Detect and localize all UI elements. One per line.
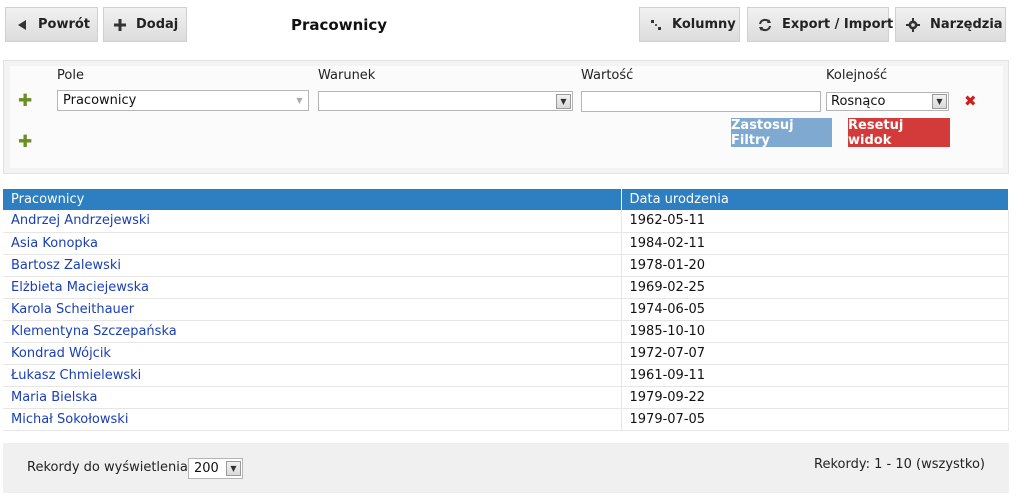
table-row: Bartosz Zalewski 1978-01-20 [3,254,1009,277]
chevron-down-icon: ▼ [556,94,571,109]
table-footer: Rekordy do wyświetlenia: 200 ▼ Rekordy: … [3,443,1009,493]
employee-link[interactable]: Andrzej Andrzejewski [11,213,150,228]
column-header-birth-date[interactable]: Data urodzenia [621,189,1009,210]
birth-date-cell: 1985-10-10 [621,320,1009,343]
birth-date-cell: 1978-01-20 [621,254,1009,277]
table-row: Klementyna Szczepańska 1985-10-10 [3,320,1009,343]
table-row: Asia Konopka 1984-02-11 [3,232,1009,255]
condition-select[interactable]: ▼ [318,91,573,111]
arrow-left-icon [16,17,28,33]
birth-date-cell: 1974-06-05 [621,298,1009,321]
add-filter-row-icon[interactable]: ✚ [18,93,32,110]
sync-arrows-icon [758,17,772,33]
employee-link[interactable]: Michał Sokołowski [11,412,128,427]
table-row: Karola Scheithauer 1974-06-05 [3,298,1009,321]
chevron-down-icon: ▼ [226,461,241,476]
birth-date-cell: 1962-05-11 [621,210,1009,233]
field-select-value: Pracownicy [63,93,137,108]
order-select[interactable]: Rosnąco ▼ [826,92,949,111]
employee-link[interactable]: Asia Konopka [11,236,98,251]
table-row: Kondrad Wójcik 1972-07-07 [3,342,1009,365]
birth-date-cell: 1969-02-25 [621,276,1009,299]
back-button-label: Powrót [38,17,91,32]
columns-icon [650,17,662,33]
column-header-employees[interactable]: Pracownicy [3,189,622,210]
records-per-page-select[interactable]: 200 ▼ [188,458,243,479]
gear-icon [906,17,920,33]
employee-link[interactable]: Łukasz Chmielewski [11,368,141,383]
employee-link[interactable]: Elżbieta Maciejewska [11,280,149,295]
page-title: Pracownicy [291,16,388,34]
employee-link[interactable]: Kondrad Wójcik [11,346,111,361]
plus-icon [114,17,126,33]
add-button[interactable]: Dodaj [103,7,187,42]
apply-filters-button[interactable]: Zastosuj Filtry [731,118,832,148]
table-row: Maria Bielska 1979-09-22 [3,386,1009,409]
employee-link[interactable]: Karola Scheithauer [11,302,134,317]
add-filter-group-icon[interactable]: ✚ [18,134,32,151]
reset-view-button[interactable]: Resetuj widok [848,118,950,148]
field-select[interactable]: Pracownicy ▼ [57,90,309,111]
birth-date-cell: 1979-07-05 [621,408,1009,431]
birth-date-cell: 1972-07-07 [621,342,1009,365]
records-info: Rekordy: 1 - 10 (wszystko) [814,457,985,472]
birth-date-cell: 1961-09-11 [621,364,1009,387]
value-input[interactable] [581,91,821,112]
add-button-label: Dodaj [136,17,179,32]
back-button[interactable]: Powrót [5,7,98,42]
order-column-label: Kolejność [826,68,888,83]
remove-filter-icon[interactable]: ✖ [964,92,977,110]
records-per-page-label: Rekordy do wyświetlenia: [27,460,193,475]
employee-link[interactable]: Maria Bielska [11,390,97,405]
birth-date-cell: 1979-09-22 [621,386,1009,409]
chevron-down-icon: ▼ [932,94,947,109]
table-row: Łukasz Chmielewski 1961-09-11 [3,364,1009,387]
export-import-button-label: Export / Import [782,17,894,32]
columns-button-label: Kolumny [672,17,736,32]
employee-link[interactable]: Klementyna Szczepańska [11,324,177,339]
chevron-down-icon: ▼ [296,96,303,105]
value-column-label: Wartość [581,68,634,83]
employees-table: Pracownicy Data urodzenia Andrzej Andrze… [3,189,1009,431]
columns-button[interactable]: Kolumny [639,7,740,42]
table-row: Elżbieta Maciejewska 1969-02-25 [3,276,1009,299]
table-row: Michał Sokołowski 1979-07-05 [3,408,1009,431]
tools-button-label: Narzędzia [930,17,1003,32]
condition-column-label: Warunek [318,68,376,83]
birth-date-cell: 1984-02-11 [621,232,1009,255]
employee-link[interactable]: Bartosz Zalewski [11,258,121,273]
table-header-row: Pracownicy Data urodzenia [3,189,1009,210]
tools-button[interactable]: Narzędzia [895,7,1006,42]
records-per-page-value: 200 [194,461,219,476]
table-row: Andrzej Andrzejewski 1962-05-11 [3,210,1009,233]
field-column-label: Pole [57,68,84,83]
export-import-button[interactable]: Export / Import [747,7,893,42]
order-select-value: Rosnąco [831,94,886,109]
